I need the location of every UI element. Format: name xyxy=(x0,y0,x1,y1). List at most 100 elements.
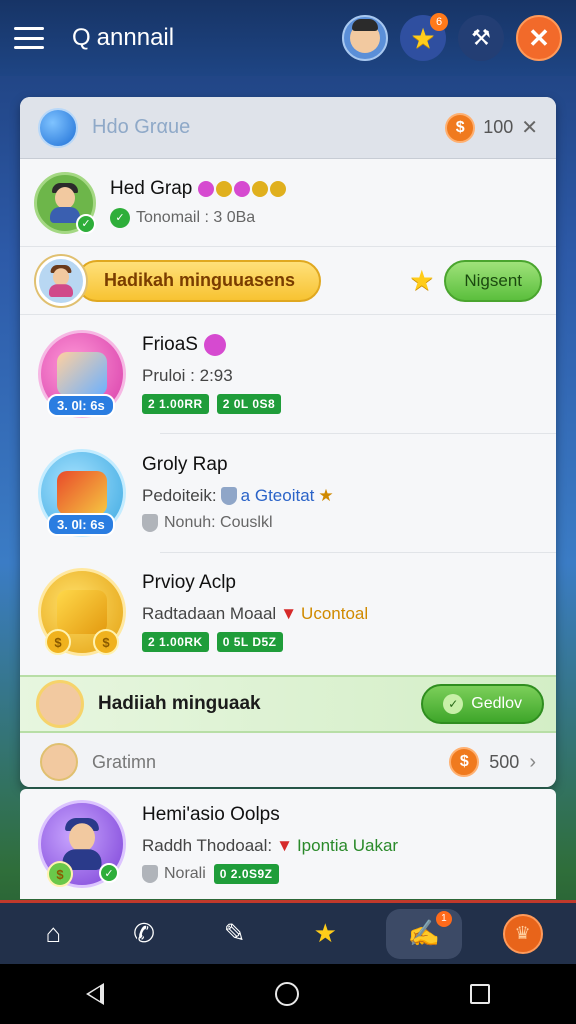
footer-avatar xyxy=(40,743,78,781)
avatar-face-icon xyxy=(350,19,380,53)
group-avatar: ✓ xyxy=(34,171,96,234)
item-subtitle-accent: Ucontoal xyxy=(301,604,369,623)
item-title: Groly Rap xyxy=(142,454,228,475)
search-icon[interactable]: Q xyxy=(72,24,91,52)
item-badge: 3. 0l: 6s xyxy=(47,394,115,417)
close-card-icon[interactable]: ✕ xyxy=(521,115,538,140)
reward-banner: Hadiiah minguaak ✓ Gedlov xyxy=(20,675,556,733)
item-title: Hemi'asio Oolps xyxy=(142,804,280,825)
back-icon[interactable] xyxy=(85,983,104,1005)
favorites-button[interactable]: ★ 6 xyxy=(400,13,448,61)
footer-row[interactable]: Gratimn $ 500 › xyxy=(20,733,556,787)
globe-icon xyxy=(38,107,78,148)
coin-icon: $ xyxy=(449,747,480,777)
item-title: FrioaS xyxy=(142,334,198,355)
star-icon: ★ xyxy=(409,265,435,296)
bottom-nav: ⌂ ✆ ✎ ★ ✍ 1 ♛ xyxy=(0,900,576,964)
item-subtitle-prefix: Radtadaan Moaal xyxy=(142,604,277,623)
edit-icon[interactable]: ✍ 1 xyxy=(385,908,462,959)
top-app-bar: Q annnail ★ 6 ⚒ ✕ xyxy=(0,0,576,76)
gift-icon xyxy=(57,471,107,515)
header-counter: $ 100 ✕ xyxy=(445,112,538,143)
phone-icon[interactable]: ✆ xyxy=(114,909,174,959)
item-badge: 3. 0l: 6s xyxy=(47,513,115,536)
person-icon xyxy=(47,264,76,297)
coin-icon: $ xyxy=(47,861,73,887)
item-title: Prvioy Aclp xyxy=(142,572,236,593)
close-button[interactable]: ✕ xyxy=(516,15,562,61)
profile-avatar[interactable] xyxy=(342,15,388,61)
check-icon: ✓ xyxy=(99,863,119,883)
system-nav-bar xyxy=(0,964,576,1024)
item-tag: 2 1.00RR xyxy=(142,394,209,414)
group-row[interactable]: ✓ Hed Grap ✓ Tonomail : 3 0Ba xyxy=(20,159,556,247)
nav-badge: 1 xyxy=(435,910,452,927)
gems-icon xyxy=(198,180,287,197)
item-subtitle-accent: Ipontia Uakar xyxy=(296,836,399,855)
item-thumb: $ ✓ xyxy=(38,800,126,888)
item-subtitle: Pruloi : 2:93 xyxy=(142,366,233,385)
menu-icon[interactable] xyxy=(14,27,44,49)
pin-icon: ▼ xyxy=(280,604,298,623)
item-thumb: 3. 0l: 6s xyxy=(38,449,126,537)
gift-icon: ✓ xyxy=(443,694,464,714)
notification-badge: 6 xyxy=(430,13,448,31)
coin-icon: $ xyxy=(45,629,71,655)
tool-button[interactable]: ⚒ xyxy=(458,15,504,61)
item-tag: 0 5L D5Z xyxy=(216,632,283,652)
app-title: Q annnail xyxy=(72,24,174,52)
crown-icon: ♛ xyxy=(502,913,543,954)
treasure-chest-icon xyxy=(57,590,107,634)
group-subtitle: Tonomail : 3 0Ba xyxy=(136,208,256,226)
footer-count: 500 xyxy=(489,751,520,772)
footer-label: Gratimn xyxy=(92,751,157,772)
crown-button[interactable]: ♛ xyxy=(493,909,553,959)
promo-avatar xyxy=(36,255,86,306)
list-item[interactable]: $ ✓ Hemi'asio Oolps Raddh Thodoaal: ▼ Ip… xyxy=(20,789,556,899)
item-muted: Nonuh: Couslkl xyxy=(164,514,273,531)
list-item[interactable]: 3. 0l: 6s FrioaS Pruloi : 2:93 2 1.00RR … xyxy=(20,315,556,433)
app-title-text: annnail xyxy=(96,24,175,51)
chevron-right-icon: › xyxy=(529,750,536,773)
coin-icon: $ xyxy=(445,112,476,143)
promo-button[interactable]: Nigsent xyxy=(444,259,542,302)
card-header-title: Hdo Grαue xyxy=(92,116,191,138)
shield-icon xyxy=(142,514,158,532)
home-icon[interactable]: ⌂ xyxy=(23,909,83,959)
item-thumb: 3. 0l: 6s xyxy=(38,330,126,418)
coin-icon: $ xyxy=(93,629,119,655)
banner-button-label: Gedlov xyxy=(471,695,522,712)
item-muted: Norali xyxy=(164,865,206,882)
check-icon: ✓ xyxy=(76,213,96,234)
banner-button[interactable]: ✓ Gedlov xyxy=(421,684,544,724)
recents-icon[interactable] xyxy=(470,984,491,1004)
item-subtitle-accent: a Gteoitat xyxy=(240,486,315,505)
group-name: Hed Grap xyxy=(110,177,193,199)
list-item[interactable]: $ $ Prvioy Aclp Radtadaan Moaal ▼ Uconto… xyxy=(20,553,556,671)
banner-avatar xyxy=(36,680,84,728)
item-tag: 2 1.00RK xyxy=(142,632,209,652)
friends-icon xyxy=(57,352,107,396)
card-header: Hdo Grαue $ 100 ✕ xyxy=(20,97,556,159)
item-tag: 2 0L 0S8 xyxy=(216,394,282,414)
list-item[interactable]: 3. 0l: 6s Groly Rap Pedoiteik: a Gteoita… xyxy=(20,434,556,552)
promo-pill[interactable]: Hadikah minguuasens xyxy=(76,259,322,302)
tool-icon: ⚒ xyxy=(471,25,491,50)
feather-icon[interactable]: ✎ xyxy=(205,909,265,959)
topbar-actions: ★ 6 ⚒ ✕ xyxy=(342,13,562,61)
pin-icon: ▼ xyxy=(276,836,293,855)
item-subtitle-prefix: Pedoiteik: xyxy=(142,486,217,505)
group-card: Hdo Grαue $ 100 ✕ ✓ Hed Grap ✓ Tonomail … xyxy=(20,97,556,787)
home-circle-icon[interactable] xyxy=(274,982,299,1006)
chat-icon: ✓ xyxy=(110,207,130,228)
item-thumb: $ $ xyxy=(38,568,126,656)
shield-icon xyxy=(142,865,158,883)
header-count: 100 xyxy=(483,117,514,137)
shield-icon xyxy=(220,487,237,505)
star-icon: ★ xyxy=(318,486,334,505)
promo-row: Hadikah minguuasens ★ Nigsent xyxy=(20,247,556,315)
close-icon: ✕ xyxy=(528,22,550,53)
banner-text: Hadiiah minguaak xyxy=(98,693,261,714)
item-tag: 0 2.0S9Z xyxy=(213,864,279,884)
star-icon[interactable]: ★ xyxy=(295,909,355,959)
